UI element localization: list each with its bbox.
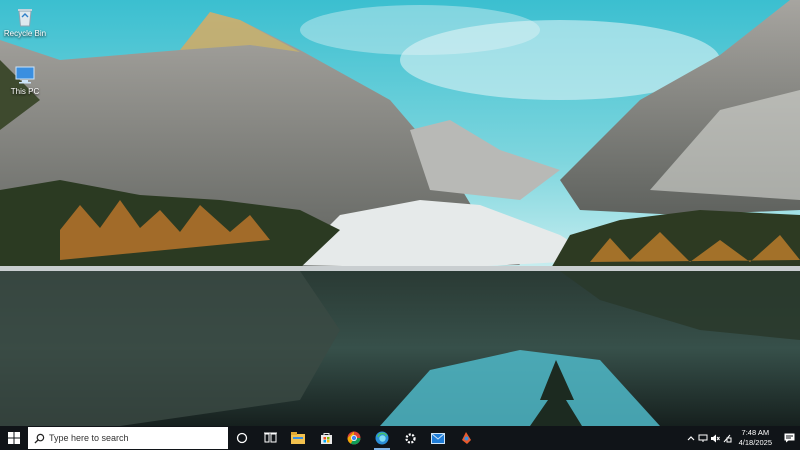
taskbar-store[interactable] bbox=[312, 426, 340, 450]
recycle-bin-icon bbox=[14, 6, 36, 28]
taskbar-edge[interactable] bbox=[368, 426, 396, 450]
desktop-icon-recycle-bin[interactable]: Recycle Bin bbox=[2, 6, 48, 38]
chevron-up-icon bbox=[687, 436, 695, 441]
taskbar-mail[interactable] bbox=[424, 426, 452, 450]
desktop-icon-label: This PC bbox=[10, 87, 40, 96]
cortana-button[interactable] bbox=[228, 426, 256, 450]
task-view-button[interactable] bbox=[256, 426, 284, 450]
desktop-icon-this-pc[interactable]: This PC bbox=[2, 64, 48, 96]
taskbar-settings[interactable] bbox=[396, 426, 424, 450]
network-icon bbox=[698, 434, 708, 442]
taskbar-chrome[interactable] bbox=[340, 426, 368, 450]
task-view-icon bbox=[263, 432, 277, 443]
system-tray: 7:48 AM 4/18/2025 bbox=[685, 426, 800, 450]
taskbar-file-explorer[interactable] bbox=[284, 426, 312, 450]
cortana-icon bbox=[236, 432, 248, 444]
clock-time: 7:48 AM bbox=[741, 428, 770, 437]
search-input[interactable] bbox=[45, 433, 219, 443]
volume-icon bbox=[710, 434, 720, 442]
tray-overflow-button[interactable] bbox=[685, 426, 697, 450]
file-explorer-icon bbox=[291, 432, 305, 444]
clock-date: 4/18/2025 bbox=[738, 438, 772, 447]
taskbar: 7:48 AM 4/18/2025 bbox=[0, 426, 800, 450]
desktop-wallpaper bbox=[0, 0, 800, 426]
tray-network-button[interactable] bbox=[697, 426, 709, 450]
taskbar-paint[interactable] bbox=[452, 426, 480, 450]
desktop-icon-label: Recycle Bin bbox=[3, 29, 47, 38]
action-center-button[interactable] bbox=[778, 426, 800, 450]
paint-icon bbox=[461, 432, 471, 444]
notification-icon bbox=[784, 433, 794, 443]
tray-power-button[interactable] bbox=[721, 426, 733, 450]
taskbar-clock[interactable]: 7:48 AM 4/18/2025 bbox=[733, 428, 778, 448]
battery-plug-icon bbox=[723, 434, 732, 442]
mail-icon bbox=[431, 432, 445, 444]
chrome-icon bbox=[347, 431, 361, 445]
settings-gear-icon bbox=[404, 432, 416, 444]
start-button[interactable] bbox=[0, 426, 28, 450]
search-icon bbox=[34, 433, 45, 444]
search-box[interactable] bbox=[28, 427, 228, 449]
tray-volume-button[interactable] bbox=[709, 426, 721, 450]
windows-logo-icon bbox=[8, 432, 20, 444]
edge-icon bbox=[375, 431, 389, 445]
microsoft-store-icon bbox=[320, 432, 332, 444]
this-pc-icon bbox=[14, 64, 36, 86]
